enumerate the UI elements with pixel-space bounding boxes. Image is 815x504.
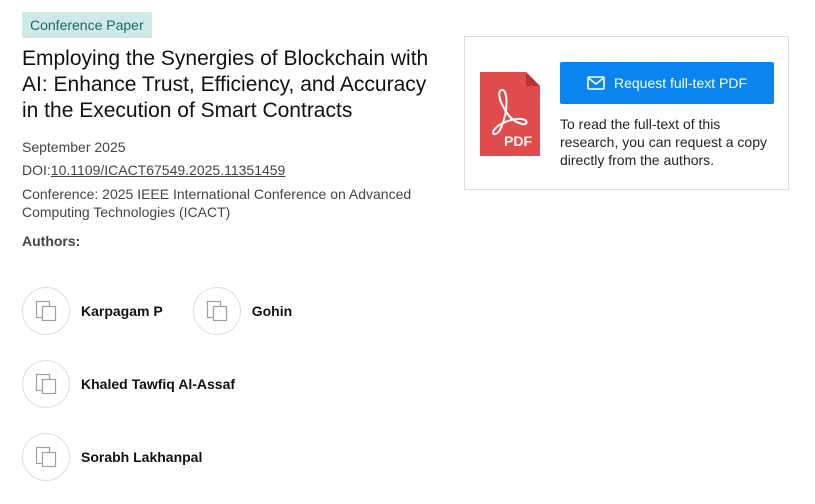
doi-line: DOI:10.1109/ICACT67549.2025.11351459	[22, 161, 432, 179]
pdf-icon-label: PDF	[504, 133, 532, 149]
publication-type-badge: Conference Paper	[22, 12, 152, 38]
author-placeholder-icon	[35, 446, 57, 468]
author-placeholder-icon	[35, 300, 57, 322]
author-placeholder-icon	[35, 373, 57, 395]
author-row: Khaled Tawfiq Al-Assaf	[22, 359, 442, 409]
author-name: Sorabh Lakhanpal	[81, 449, 203, 465]
author-item[interactable]: Khaled Tawfiq Al-Assaf	[22, 360, 235, 408]
author-item[interactable]: Karpagam P	[22, 287, 163, 335]
doi-label: DOI:	[22, 162, 51, 178]
author-item[interactable]: Gohin	[192, 287, 293, 335]
fulltext-request-card: PDF Request full-text PDF To read the fu…	[464, 36, 789, 190]
avatar	[22, 433, 70, 481]
request-fulltext-button[interactable]: Request full-text PDF	[560, 62, 774, 104]
author-row: Sorabh Lakhanpal	[22, 432, 442, 482]
doi-link[interactable]: 10.1109/ICACT67549.2025.11351459	[51, 162, 286, 178]
author-name: Gohin	[251, 303, 293, 319]
conference-info: Conference: 2025 IEEE International Conf…	[22, 186, 412, 220]
authors-label: Authors:	[22, 233, 81, 249]
page-title: Employing the Synergies of Blockchain wi…	[22, 47, 429, 122]
avatar	[192, 287, 241, 335]
author-item[interactable]: Sorabh Lakhanpal	[22, 433, 202, 481]
publication-header: Conference Paper Employing the Synergies…	[22, 12, 432, 250]
author-name: Khaled Tawfiq Al-Assaf	[81, 376, 236, 392]
author-row: Karpagam P Gohin	[22, 286, 442, 336]
avatar	[22, 287, 70, 335]
mail-icon	[587, 76, 605, 90]
fulltext-description: To read the full-text of this research, …	[560, 116, 768, 168]
author-name: Karpagam P	[81, 303, 163, 319]
author-list: Karpagam P Gohin Khaled Tawfiq Al-Assaf	[22, 286, 442, 482]
avatar	[22, 360, 70, 408]
author-placeholder-icon	[206, 300, 227, 322]
pdf-file-icon: PDF	[480, 72, 540, 156]
request-button-label: Request full-text PDF	[613, 75, 748, 91]
publication-date: September 2025	[22, 139, 126, 155]
